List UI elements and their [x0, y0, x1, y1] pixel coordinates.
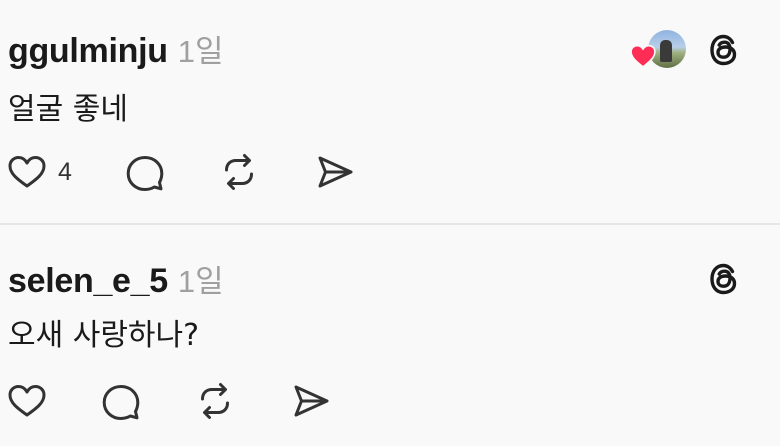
comment-timestamp: 1일 [177, 264, 224, 299]
heart-outline-icon [8, 156, 46, 188]
threads-logo-icon[interactable] [704, 259, 744, 299]
send-icon [318, 156, 353, 188]
repost-button[interactable] [194, 380, 236, 422]
comment-header: ggulminju 1일 [8, 26, 223, 71]
comment-timestamp: 1일 [177, 34, 224, 69]
comment-text: 오새 사랑하나? [8, 318, 200, 353]
comment-actions [6, 380, 332, 422]
comment-actions: 4 [6, 151, 356, 193]
speech-bubble-icon [126, 156, 164, 191]
repost-icon [201, 383, 229, 419]
like-button[interactable]: 4 [6, 151, 72, 193]
like-count: 4 [58, 157, 72, 186]
comment-username[interactable]: selen_e_5 [8, 262, 168, 301]
speech-bubble-icon [102, 385, 140, 420]
heart-outline-icon [8, 385, 46, 417]
repost-icon [224, 154, 253, 190]
comment-username[interactable]: ggulminju [8, 32, 168, 71]
repost-button[interactable] [218, 151, 260, 193]
author-liked-indicator [630, 30, 688, 72]
reply-button[interactable] [100, 380, 142, 422]
red-heart-icon [630, 44, 656, 68]
send-icon [294, 385, 329, 417]
reply-button[interactable] [124, 151, 166, 193]
like-button[interactable] [6, 380, 48, 422]
comment-header: selen_e_5 1일 [8, 256, 224, 301]
threads-logo-icon[interactable] [704, 30, 744, 70]
share-button[interactable] [314, 151, 356, 193]
share-button[interactable] [290, 380, 332, 422]
comment-text: 얼굴 좋네 [8, 92, 128, 127]
